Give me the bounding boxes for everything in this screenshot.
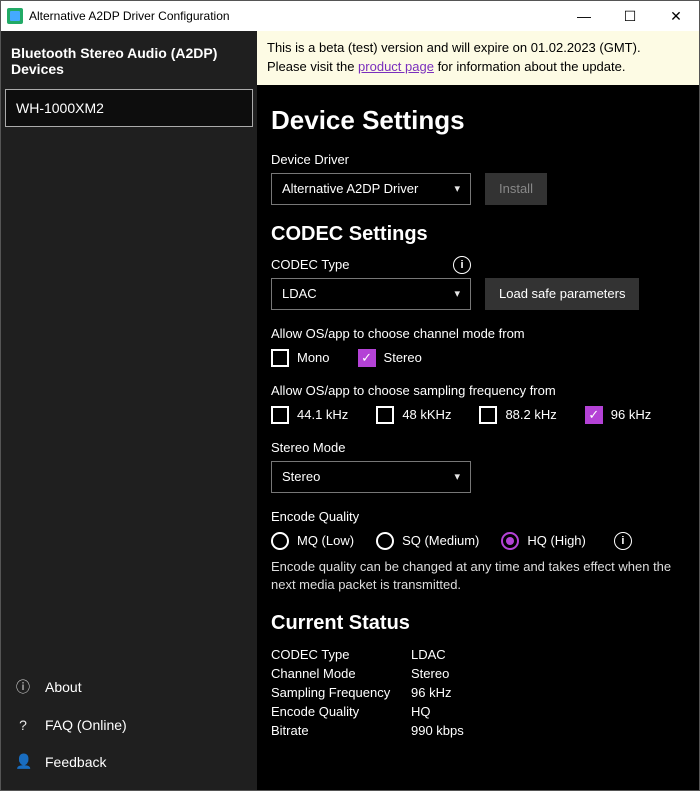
status-row: Bitrate990 kbps <box>271 721 685 740</box>
stereo-checkbox[interactable]: Stereo <box>358 349 422 367</box>
current-status-heading: Current Status <box>271 612 685 635</box>
button-label: Install <box>499 181 533 196</box>
checkbox-box <box>358 349 376 367</box>
checkbox-label: 44.1 kHz <box>297 407 348 422</box>
radio-dot <box>376 532 394 550</box>
sidebar-link-about[interactable]: ⓘ About <box>1 667 257 707</box>
stereo-mode-label: Stereo Mode <box>271 440 685 455</box>
titlebar: Alternative A2DP Driver Configuration — … <box>1 1 699 31</box>
status-key: Encode Quality <box>271 704 411 719</box>
radio-label: MQ (Low) <box>297 533 354 548</box>
sidebar-link-label: About <box>45 679 82 695</box>
device-name: WH-1000XM2 <box>16 100 104 116</box>
product-page-link[interactable]: product page <box>358 59 434 74</box>
encode-sq-radio[interactable]: SQ (Medium) <box>376 532 479 550</box>
checkbox-label: Mono <box>297 350 330 365</box>
info-icon: ⓘ <box>15 677 31 697</box>
maximize-button[interactable]: ☐ <box>607 1 653 31</box>
window-title: Alternative A2DP Driver Configuration <box>29 9 561 23</box>
sampling-96-checkbox[interactable]: 96 kHz <box>585 406 651 424</box>
status-key: CODEC Type <box>271 647 411 662</box>
mono-checkbox[interactable]: Mono <box>271 349 330 367</box>
codec-type-select[interactable]: LDAC ▾ <box>271 278 471 310</box>
codec-settings-heading: CODEC Settings <box>271 223 685 246</box>
status-table: CODEC TypeLDAC Channel ModeStereo Sampli… <box>271 645 685 740</box>
checkbox-label: 88.2 kHz <box>505 407 556 422</box>
status-key: Channel Mode <box>271 666 411 681</box>
status-value: Stereo <box>411 666 449 681</box>
sampling-label: Allow OS/app to choose sampling frequenc… <box>271 383 685 398</box>
sidebar: Bluetooth Stereo Audio (A2DP) Devices WH… <box>1 31 257 790</box>
checkbox-label: 48 kKHz <box>402 407 451 422</box>
channel-mode-label: Allow OS/app to choose channel mode from <box>271 326 685 341</box>
info-icon[interactable]: i <box>453 256 471 274</box>
sidebar-link-label: FAQ (Online) <box>45 717 127 733</box>
chevron-down-icon: ▾ <box>454 470 460 483</box>
load-safe-parameters-button[interactable]: Load safe parameters <box>485 278 639 310</box>
status-row: Channel ModeStereo <box>271 664 685 683</box>
sampling-48-checkbox[interactable]: 48 kKHz <box>376 406 451 424</box>
info-icon[interactable]: i <box>614 532 632 550</box>
status-row: Sampling Frequency96 kHz <box>271 683 685 702</box>
app-icon <box>7 8 23 24</box>
feedback-icon: 👤 <box>15 753 31 770</box>
select-value: Alternative A2DP Driver <box>282 181 418 196</box>
device-driver-label: Device Driver <box>271 152 685 167</box>
close-button[interactable]: ✕ <box>653 1 699 31</box>
banner-text: Please visit the <box>267 59 358 74</box>
radio-dot <box>501 532 519 550</box>
beta-banner: This is a beta (test) version and will e… <box>257 31 699 85</box>
device-list-item[interactable]: WH-1000XM2 <box>5 89 253 127</box>
status-row: Encode QualityHQ <box>271 702 685 721</box>
select-value: LDAC <box>282 286 317 301</box>
banner-text: for information about the update. <box>434 59 626 74</box>
sidebar-link-feedback[interactable]: 👤 Feedback <box>1 743 257 780</box>
encode-mq-radio[interactable]: MQ (Low) <box>271 532 354 550</box>
radio-dot <box>271 532 289 550</box>
checkbox-label: 96 kHz <box>611 407 651 422</box>
encode-quality-hint: Encode quality can be changed at any tim… <box>271 558 685 594</box>
encode-quality-label: Encode Quality <box>271 509 685 524</box>
checkbox-box <box>585 406 603 424</box>
button-label: Load safe parameters <box>499 286 625 301</box>
banner-line1: This is a beta (test) version and will e… <box>267 39 689 58</box>
status-value: 96 kHz <box>411 685 451 700</box>
install-button[interactable]: Install <box>485 173 547 205</box>
sidebar-link-faq[interactable]: ? FAQ (Online) <box>1 707 257 743</box>
encode-hq-radio[interactable]: HQ (High) <box>501 532 586 550</box>
status-value: 990 kbps <box>411 723 464 738</box>
status-key: Bitrate <box>271 723 411 738</box>
page-title: Device Settings <box>271 105 685 136</box>
checkbox-box <box>271 349 289 367</box>
checkbox-label: Stereo <box>384 350 422 365</box>
select-value: Stereo <box>282 469 320 484</box>
sidebar-header: Bluetooth Stereo Audio (A2DP) Devices <box>1 31 257 89</box>
chevron-down-icon: ▾ <box>454 287 460 300</box>
checkbox-box <box>479 406 497 424</box>
sampling-44-checkbox[interactable]: 44.1 kHz <box>271 406 348 424</box>
radio-label: HQ (High) <box>527 533 586 548</box>
status-row: CODEC TypeLDAC <box>271 645 685 664</box>
stereo-mode-select[interactable]: Stereo ▾ <box>271 461 471 493</box>
question-icon: ? <box>15 717 31 733</box>
sidebar-link-label: Feedback <box>45 754 106 770</box>
codec-type-label: CODEC Type <box>271 257 350 272</box>
checkbox-box <box>271 406 289 424</box>
status-key: Sampling Frequency <box>271 685 411 700</box>
sampling-88-checkbox[interactable]: 88.2 kHz <box>479 406 556 424</box>
status-value: HQ <box>411 704 431 719</box>
radio-label: SQ (Medium) <box>402 533 479 548</box>
minimize-button[interactable]: — <box>561 1 607 31</box>
device-driver-select[interactable]: Alternative A2DP Driver ▾ <box>271 173 471 205</box>
status-value: LDAC <box>411 647 446 662</box>
checkbox-box <box>376 406 394 424</box>
chevron-down-icon: ▾ <box>454 182 460 195</box>
